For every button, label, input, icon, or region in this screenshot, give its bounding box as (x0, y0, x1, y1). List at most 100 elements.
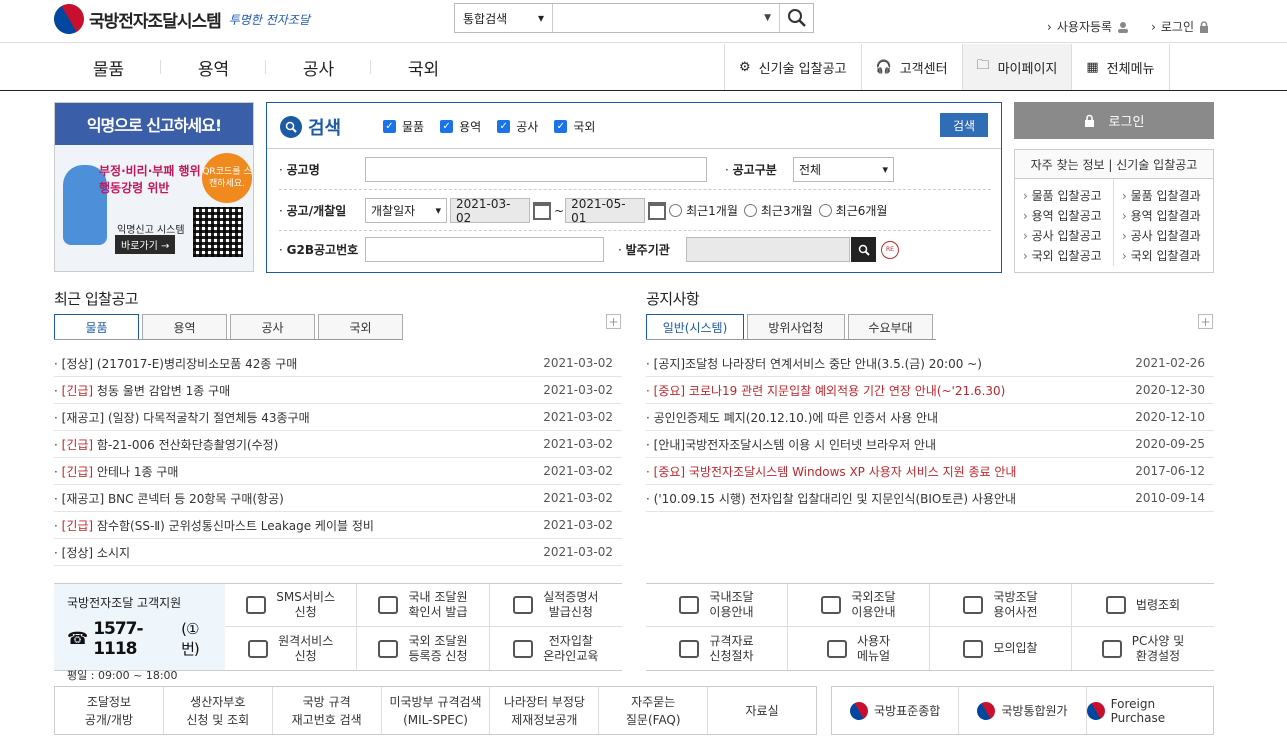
customer-center-link[interactable]: 🎧 고객센터 (862, 44, 963, 90)
notice-title[interactable]: [공지]조달청 나라장터 연계서비스 중단 안내(3.5.(금) 20:00 ~… (646, 355, 982, 372)
link-bar-item-1[interactable]: 생산자부호 신청 및 조회 (164, 687, 273, 734)
quick-link[interactable]: 국외 입찰공고 (1023, 246, 1113, 266)
list-item[interactable]: [공지]조달청 나라장터 연계서비스 중단 안내(3.5.(금) 20:00 ~… (646, 350, 1214, 377)
list-item[interactable]: [긴급] 잠수함(SS-Ⅱ) 군위성통신마스트 Leakage 케이블 정비 20… (54, 512, 622, 539)
bid-title[interactable]: [재공고] BNC 콘넥터 등 20항목 구매(항공) (54, 490, 284, 507)
quick-link[interactable]: 용역 입찰공고 (1023, 206, 1113, 226)
guide-item-0[interactable]: 국내조달 이용안내 (646, 584, 788, 627)
bid-title[interactable]: [긴급] 안테나 1종 구매 (54, 463, 179, 480)
tab-services[interactable]: 용역 (142, 314, 227, 340)
bid-title[interactable]: [정상] (217017-E)병리장비소모품 42종 구매 (54, 355, 298, 372)
list-item[interactable]: [긴급] 안테나 1종 구매 2021-03-02 (54, 458, 622, 485)
guide-item-4[interactable]: 규격자료 신청절차 (646, 627, 788, 670)
site-logo[interactable]: 국방전자조달시스템 투명한 전자조달 (48, 0, 310, 40)
notice-title[interactable]: [중요] 국방전자조달시스템 Windows XP 사용자 서비스 지원 종료 … (646, 463, 1017, 480)
list-item[interactable]: [중요] 코로나19 관련 지문입찰 예외적용 기간 연장 안내(~'21.6.… (646, 377, 1214, 404)
order-org-input[interactable] (686, 237, 850, 262)
list-item[interactable]: [재공고] (일장) 다목적굴착기 절연체등 43종구매 2021-03-02 (54, 404, 622, 431)
quick-link[interactable]: 물품 입찰공고 (1023, 186, 1113, 206)
related-site-0[interactable]: 국방표준종합 (832, 687, 960, 734)
list-item[interactable]: 공인인증제도 폐지(20.12.10.)에 따른 인증서 사용 안내 2020-1… (646, 404, 1214, 431)
login-button[interactable]: 로그인 (1014, 102, 1214, 139)
list-item[interactable]: [긴급] 청동 울변 감압변 1종 구매 2021-03-02 (54, 377, 622, 404)
bid-title[interactable]: [긴급] 청동 울변 감압변 1종 구매 (54, 382, 231, 399)
more-plus-icon[interactable]: + (1198, 314, 1213, 329)
bid-title[interactable]: [정상] 소시지 (54, 544, 130, 561)
nav-item-services[interactable]: 용역 (161, 44, 266, 90)
nav-item-goods[interactable]: 물품 (56, 44, 161, 90)
list-item[interactable]: [중요] 국방전자조달시스템 Windows XP 사용자 서비스 지원 종료 … (646, 458, 1214, 485)
list-item[interactable]: [재공고] BNC 콘넥터 등 20항목 구매(항공) 2021-03-02 (54, 485, 622, 512)
mypage-link[interactable]: 🗀 마이페이지 (962, 44, 1073, 90)
guide-item-6[interactable]: 모의입찰 (930, 627, 1072, 670)
link-bar-item-5[interactable]: 자주묻는 질문(FAQ) (599, 687, 709, 734)
quick-link[interactable]: 공사 입찰결과 (1122, 226, 1213, 246)
support-service-5[interactable]: 전자입찰 온라인교육 (490, 627, 622, 670)
list-item[interactable]: [정상] 소시지 2021-03-02 (54, 539, 622, 566)
search-submit-button[interactable]: 검색 (940, 113, 988, 137)
quick-link[interactable]: 국외 입찰결과 (1122, 246, 1213, 266)
tab-general[interactable]: 일반(시스템) (646, 314, 744, 340)
radio-1-month[interactable]: 최근1개월 (669, 202, 738, 219)
tab-goods[interactable]: 물품 (54, 314, 139, 340)
support-service-2[interactable]: 실적증명서 발급신청 (489, 584, 622, 627)
more-plus-icon[interactable]: + (606, 314, 621, 329)
banner-go-button[interactable]: 바로가기 → (115, 235, 176, 254)
notice-title[interactable]: 공인인증제도 폐지(20.12.10.)에 따른 인증서 사용 안내 (646, 409, 938, 426)
guide-item-2[interactable]: 국방조달 용어사전 (930, 584, 1072, 627)
checkbox-construction[interactable]: ✓ 공사 (497, 118, 538, 135)
checkbox-goods[interactable]: ✓ 물품 (383, 118, 424, 135)
link-bar-item-4[interactable]: 나라장터 부정당 제재정보공개 (490, 687, 600, 734)
list-item[interactable]: [정상] (217017-E)병리장비소모품 42종 구매 2021-03-02 (54, 350, 622, 377)
guide-item-7[interactable]: PC사양 및 환경설정 (1072, 627, 1214, 670)
checkbox-overseas[interactable]: ✓ 국외 (554, 118, 595, 135)
quick-link[interactable]: 공사 입찰공고 (1023, 226, 1113, 246)
radio-6-month[interactable]: 최근6개월 (818, 202, 887, 219)
bid-type-select[interactable]: 전체 (793, 157, 894, 182)
anonymous-report-banner[interactable]: 익명으로 신고하세요! 부정·비리·부패 행위 행동강령 위반 QR코드를 스캔하… (54, 102, 254, 272)
support-service-3[interactable]: 원격서비스 신청 (225, 627, 358, 670)
register-link[interactable]: › 사용자등록 (1047, 18, 1131, 35)
org-search-button[interactable] (851, 237, 876, 262)
link-bar-item-6[interactable]: 자료실 (708, 687, 816, 734)
support-service-0[interactable]: SMS서비스 신청 (225, 584, 358, 627)
tab-dapa[interactable]: 방위사업청 (747, 314, 845, 340)
list-item[interactable]: ('10.09.15 시행) 전자입찰 입찰대리인 및 지문인식(BIO토큰) … (646, 485, 1214, 512)
link-bar-item-0[interactable]: 조달정보 공개/개방 (55, 687, 164, 734)
nav-item-construction[interactable]: 공사 (266, 44, 371, 90)
notice-title[interactable]: ('10.09.15 시행) 전자입찰 입찰대리인 및 지문인식(BIO토큰) … (646, 490, 1016, 507)
list-item[interactable]: [긴급] 함-21-006 전산화단층촬영기(수정) 2021-03-02 (54, 431, 622, 458)
calendar-icon[interactable] (533, 201, 551, 220)
tab-units[interactable]: 수요부대 (848, 314, 933, 340)
quick-link[interactable]: 물품 입찰결과 (1122, 186, 1213, 206)
g2b-number-input[interactable] (365, 237, 604, 262)
bid-title[interactable]: [재공고] (일장) 다목적굴착기 절연체등 43종구매 (54, 409, 310, 426)
frequent-info-header[interactable]: 자주 찾는 정보 | 신기술 입찰공고 (1015, 150, 1213, 179)
new-tech-bid-link[interactable]: ⚙ 신기술 입찰공고 (725, 44, 862, 90)
date-to-input[interactable]: 2021-05-01 (565, 197, 646, 225)
search-input[interactable]: ▼ (553, 4, 779, 32)
date-type-select[interactable]: 개찰일자 (365, 198, 447, 223)
tab-construction[interactable]: 공사 (230, 314, 315, 340)
login-link[interactable]: › 로그인 (1151, 18, 1209, 35)
quick-link[interactable]: 용역 입찰결과 (1122, 206, 1213, 226)
guide-item-3[interactable]: 법령조회 (1072, 584, 1214, 627)
radio-3-month[interactable]: 최근3개월 (743, 202, 813, 219)
support-service-4[interactable]: 국외 조달원 등록증 신청 (357, 627, 490, 670)
dropdown-arrow-icon[interactable]: ▼ (764, 13, 771, 23)
search-button[interactable] (779, 4, 813, 32)
related-site-1[interactable]: 국방통합원가 (959, 687, 1087, 734)
bid-name-input[interactable] (365, 157, 707, 182)
link-bar-item-2[interactable]: 국방 규격 재고번호 검색 (273, 687, 382, 734)
bid-title[interactable]: [긴급] 잠수함(SS-Ⅱ) 군위성통신마스트 Leakage 케이블 정비 (54, 517, 374, 534)
support-service-1[interactable]: 국내 조달원 확인서 발급 (357, 584, 490, 627)
notice-title[interactable]: [중요] 코로나19 관련 지문입찰 예외적용 기간 연장 안내(~'21.6.… (646, 382, 1006, 399)
nav-item-overseas[interactable]: 국외 (371, 44, 476, 90)
checkbox-services[interactable]: ✓ 용역 (440, 118, 481, 135)
notice-title[interactable]: [안내]국방전자조달시스템 이용 시 인터넷 브라우저 안내 (646, 436, 936, 453)
link-bar-item-3[interactable]: 미국방부 규격검색 (MIL-SPEC) (382, 687, 491, 734)
calendar-icon[interactable] (648, 201, 667, 220)
list-item[interactable]: [안내]국방전자조달시스템 이용 시 인터넷 브라우저 안내 2020-09-25 (646, 431, 1214, 458)
bid-title[interactable]: [긴급] 함-21-006 전산화단층촬영기(수정) (54, 436, 279, 453)
reset-icon[interactable]: RE (881, 240, 899, 259)
